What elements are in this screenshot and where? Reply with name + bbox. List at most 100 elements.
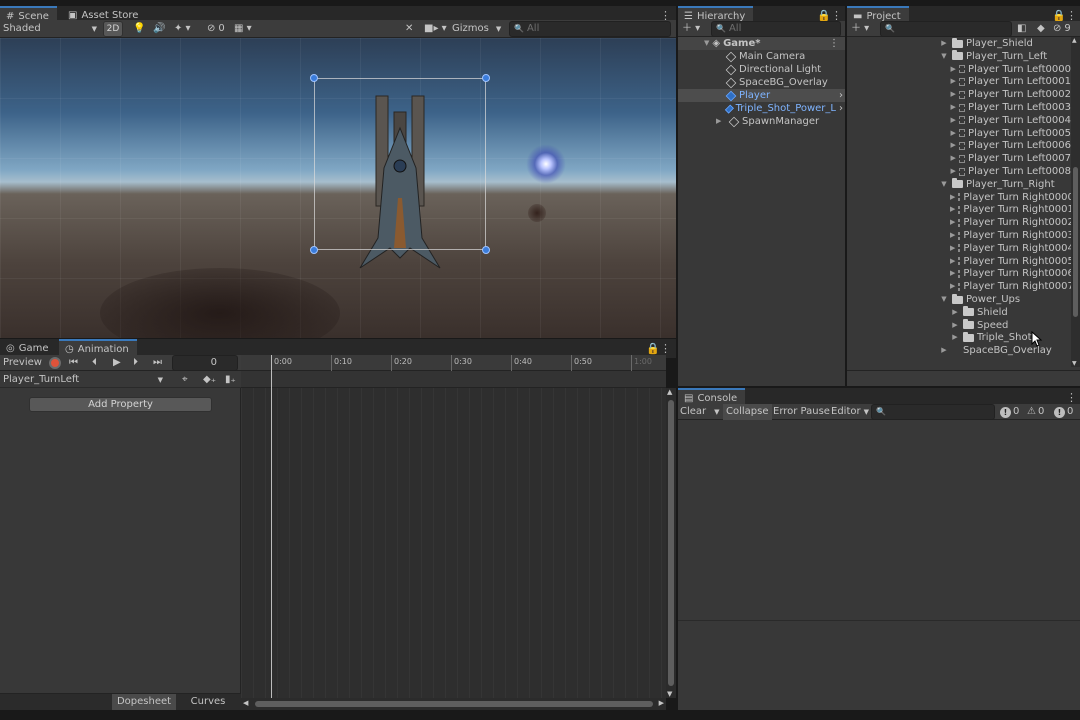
chevron-right-icon[interactable]: ▶ [950,127,956,140]
scroll-down-icon[interactable]: ▼ [1072,360,1077,367]
scene-search-input[interactable]: 🔍 All [509,21,671,37]
scroll-thumb[interactable] [668,400,674,686]
chevron-right-icon[interactable]: ▶ [950,152,956,165]
scroll-left-icon[interactable]: ◀ [243,699,248,707]
project-asset-item[interactable]: ▶ Player Turn Right0005 [847,255,1071,268]
project-folder-item[interactable]: ▶ Speed [847,319,1071,332]
add-event-icon[interactable]: ▮₊ [225,372,236,388]
last-keyframe-icon[interactable]: ⏭ [153,355,162,371]
console-log-area[interactable] [678,420,1080,620]
add-property-button[interactable]: Add Property [29,397,212,412]
project-create-button[interactable]: ＋ ▾ [851,21,869,37]
project-asset-item[interactable]: ▶ Player Turn Left0008 [847,165,1071,178]
prefab-open-chevron-icon[interactable]: › [839,102,843,115]
scroll-right-icon[interactable]: ▶ [659,699,664,707]
prev-keyframe-icon[interactable]: ⏴ [92,355,97,371]
chevron-right-icon[interactable]: ▶ [950,255,955,268]
animation-kebab-icon[interactable]: ⋮ [660,342,671,355]
project-asset-item[interactable]: ▶ Player Turn Left0001 [847,75,1071,88]
chevron-right-icon[interactable]: ▶ [939,344,949,357]
log-count-toggle[interactable]: ! 0 [1000,405,1019,419]
record-button[interactable] [49,357,61,369]
error-pause-toggle[interactable]: Error Pause [773,404,830,420]
scroll-up-icon[interactable]: ▲ [667,388,672,396]
rect-handle-br[interactable] [482,246,490,254]
chevron-right-icon[interactable]: ▶ [950,319,960,332]
chevron-right-icon[interactable]: ▶ [950,242,955,255]
project-asset-item[interactable]: ▶ Player Turn Right0000 [847,191,1071,204]
scene-viewport[interactable] [0,38,676,338]
hierarchy-item[interactable]: Directional Light [678,63,845,76]
project-asset-item[interactable]: ▶ Player Turn Left0006 [847,139,1071,152]
project-asset-item[interactable]: ▶ Player Turn Left0003 [847,101,1071,114]
tab-curves[interactable]: Curves [178,694,238,710]
first-keyframe-icon[interactable]: ⏮ [69,355,78,371]
chevron-right-icon[interactable]: ▶ [950,139,956,152]
project-asset-item[interactable]: ▶ Player Turn Left0005 [847,127,1071,140]
hierarchy-item[interactable]: Player › [678,89,845,102]
console-kebab-icon[interactable]: ⋮ [1066,391,1077,404]
camera-icon[interactable]: ■▸ ▾ [424,21,447,37]
toggle-2d-button[interactable]: 2D [103,21,123,37]
console-search-input[interactable]: 🔍 [871,404,995,420]
project-folder-item[interactable]: ▶ Shield [847,306,1071,319]
prefab-open-chevron-icon[interactable]: › [839,89,843,102]
chevron-right-icon[interactable]: ▶ [950,229,955,242]
project-asset-item[interactable]: ▶ Player Turn Right0007 [847,280,1071,293]
hscroll-thumb[interactable] [255,701,653,707]
shading-mode-dropdown[interactable]: Shaded ▼ [3,21,97,37]
chevron-down-icon[interactable]: ▼ [939,50,949,63]
chevron-down-icon[interactable]: ▼ [939,293,949,306]
warning-count-toggle[interactable]: ⚠ 0 [1027,405,1044,419]
project-asset-item[interactable]: ▶ Player Turn Right0002 [847,216,1071,229]
preview-toggle[interactable]: Preview [3,355,42,371]
timeline-hscrollbar[interactable]: ◀ ▶ [241,698,666,710]
project-search-input[interactable]: 🔍 [880,21,1012,37]
selection-rect[interactable] [314,78,486,250]
timeline-pane[interactable]: 0:00 0:10 0:20 0:30 0:40 0:50 1:00 [241,355,666,698]
editor-dropdown[interactable]: Editor ▼ [831,404,869,420]
gizmos-dropdown[interactable]: Gizmos ▼ [452,21,501,37]
project-asset-item[interactable]: ▶ Player Turn Right0004 [847,242,1071,255]
chevron-right-icon[interactable]: ▶ [950,331,960,344]
scene-root-kebab-icon[interactable]: ⋮ [829,37,839,50]
project-asset-item[interactable]: ▶ Player Turn Left0002 [847,88,1071,101]
audio-icon[interactable]: 🔊 [153,21,165,37]
hierarchy-item[interactable]: SpaceBG_Overlay [678,76,845,89]
collapse-toggle[interactable]: Collapse [723,404,772,420]
chevron-right-icon[interactable]: ▶ [939,37,949,50]
effects-icon[interactable]: ✦ ▾ [174,21,191,37]
project-asset-item[interactable]: ▶ Player Turn Left0004 [847,114,1071,127]
project-scroll-thumb[interactable] [1073,167,1078,317]
scroll-down-icon[interactable]: ▼ [667,690,672,698]
filter-label-icon[interactable]: ◆ [1037,21,1045,37]
filter-type-icon[interactable]: ◧ [1017,21,1026,37]
error-count-toggle[interactable]: ! 0 [1054,405,1073,419]
rect-handle-tl[interactable] [310,74,318,82]
lock-icon[interactable]: 🔒 [646,342,660,355]
project-asset-item[interactable]: ▶ Player Turn Left0007 [847,152,1071,165]
hierarchy-search-input[interactable]: 🔍 All [711,21,841,37]
add-keyframe-icon[interactable]: ⌖ [182,372,188,388]
chevron-right-icon[interactable]: ▶ [950,63,956,76]
chevron-right-icon[interactable]: ▶ [950,88,956,101]
project-asset-item[interactable]: ▶ Player Turn Right0003 [847,229,1071,242]
chevron-right-icon[interactable]: ▶ [950,101,956,114]
chevron-right-icon[interactable]: ▶ [716,115,726,128]
console-detail-area[interactable] [678,620,1080,710]
scene-root-row[interactable]: ▼ ◈ Game* ⋮ [678,37,845,50]
chevron-right-icon[interactable]: ▶ [950,114,956,127]
chevron-right-icon[interactable]: ▶ [950,203,955,216]
hierarchy-item[interactable]: ▶ SpawnManager [678,115,845,128]
scroll-up-icon[interactable]: ▲ [1072,37,1077,44]
hierarchy-item[interactable]: Main Camera [678,50,845,63]
timeline-vscrollbar[interactable]: ▲ ▼ [666,388,676,698]
project-folder-item[interactable]: ▶ Player_Shield [847,37,1071,50]
chevron-right-icon[interactable]: ▶ [950,191,955,204]
rect-handle-bl[interactable] [310,246,318,254]
next-keyframe-icon[interactable]: ⏵ [133,355,138,371]
project-folder-item[interactable]: ▼ Power_Ups [847,293,1071,306]
chevron-right-icon[interactable]: ▶ [950,267,955,280]
play-icon[interactable]: ▶ [113,355,121,371]
time-ruler[interactable]: 0:00 0:10 0:20 0:30 0:40 0:50 1:00 [241,355,666,371]
